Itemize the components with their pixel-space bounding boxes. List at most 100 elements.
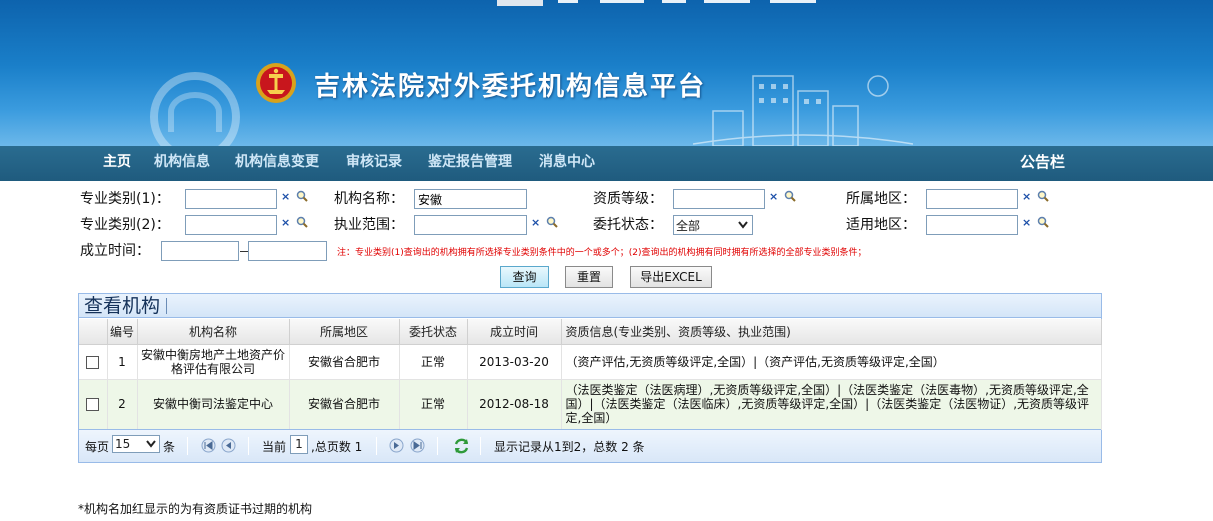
org-table: 编号 机构名称 所属地区 委托状态 成立时间 资质信息(专业类别、资质等级、执业… <box>79 319 1102 430</box>
specialty1-label: 专业类别(1)： <box>80 191 170 207</box>
row-checkbox-cell <box>79 379 108 430</box>
established-to-input[interactable] <box>248 241 327 261</box>
specialty1-clear-icon[interactable]: × <box>281 190 290 203</box>
date-range-dash <box>240 251 248 252</box>
specialty1-search-icon[interactable] <box>296 190 308 202</box>
chevron-down-icon <box>738 221 748 229</box>
established-label: 成立时间： <box>80 243 150 259</box>
city-skyline-decoration <box>693 75 913 146</box>
table-header-row: 编号 机构名称 所属地区 委托状态 成立时间 资质信息(专业类别、资质等级、执业… <box>79 319 1102 345</box>
region-label: 所属地区： <box>846 191 916 207</box>
specialty2-input[interactable] <box>185 215 277 235</box>
qualification-search-icon[interactable] <box>784 190 796 202</box>
column-header-status[interactable]: 委托状态 <box>399 319 468 345</box>
specialty2-label: 专业类别(2)： <box>80 217 170 233</box>
pager-separator <box>376 437 377 455</box>
export-excel-button[interactable]: 导出EXCEL <box>630 266 712 288</box>
column-header-qualification[interactable]: 资质信息(专业类别、资质等级、执业范围) <box>561 319 1102 345</box>
cell-region: 安徽省合肥市 <box>289 379 400 430</box>
column-header-region[interactable]: 所属地区 <box>289 319 400 345</box>
prev-page-icon[interactable] <box>221 438 236 453</box>
current-page-input[interactable]: 1 <box>290 435 308 454</box>
panel-title-text: 查看机构 <box>84 295 161 317</box>
pager-separator <box>248 437 249 455</box>
current-page-label: 当前 <box>262 440 287 454</box>
pager-separator <box>187 437 188 455</box>
e-logo-decoration-inner <box>168 92 222 132</box>
query-button[interactable]: 查询 <box>500 266 549 288</box>
refresh-icon[interactable] <box>453 438 470 454</box>
qualification-label: 资质等级： <box>593 191 663 207</box>
specialty2-search-icon[interactable] <box>296 216 308 228</box>
applicable-region-label: 适用地区： <box>846 217 916 233</box>
panel-title: 查看机构 <box>79 294 1101 318</box>
cell-qualification: （资产评估,无资质等级评定,全国）|（资产评估,无资质等级评定,全国） <box>561 344 1102 380</box>
header-checkbox-cell <box>79 319 108 345</box>
nav-item-report-management[interactable]: 鉴定报告管理 <box>428 146 512 181</box>
nav-item-message-center[interactable]: 消息中心 <box>539 146 595 181</box>
chevron-down-icon <box>146 440 156 448</box>
cell-status: 正常 <box>399 344 468 380</box>
entrust-status-value: 全部 <box>676 219 701 233</box>
qualification-input[interactable] <box>673 189 765 209</box>
region-search-icon[interactable] <box>1037 190 1049 202</box>
per-page-label: 每页 <box>85 440 110 454</box>
applicable-region-search-icon[interactable] <box>1037 216 1049 228</box>
nav-item-org-info-change[interactable]: 机构信息变更 <box>235 146 319 181</box>
qualification-clear-icon[interactable]: × <box>769 190 778 203</box>
next-page-icon[interactable] <box>389 438 404 453</box>
row-checkbox[interactable] <box>86 355 100 369</box>
per-page-unit: 条 <box>163 440 176 454</box>
top-strip <box>0 0 1213 6</box>
cell-region: 安徽省合肥市 <box>289 344 400 380</box>
footer-note: *机构名加红显示的为有资质证书过期的机构 <box>78 502 313 516</box>
per-page-value: 15 <box>115 437 131 451</box>
cell-no: 2 <box>107 379 138 430</box>
cell-name[interactable]: 安徽中衡房地产土地资产价格评估有限公司 <box>137 344 290 380</box>
entrust-status-select[interactable]: 全部 <box>673 215 753 235</box>
column-header-established[interactable]: 成立时间 <box>467 319 562 345</box>
specialty1-input[interactable] <box>185 189 277 209</box>
applicable-region-input[interactable] <box>926 215 1018 235</box>
cell-status: 正常 <box>399 379 468 430</box>
practice-scope-label: 执业范围： <box>334 217 404 233</box>
specialty2-clear-icon[interactable]: × <box>281 216 290 229</box>
pager-separator <box>437 437 438 455</box>
org-name-input[interactable] <box>414 189 527 209</box>
search-note: 注：专业类别(1)查询出的机构拥有所选择专业类别条件中的一个或多个；(2)查询出… <box>337 248 867 258</box>
region-clear-icon[interactable]: × <box>1022 190 1031 203</box>
column-header-no[interactable]: 编号 <box>107 319 138 345</box>
cell-established: 2013-03-20 <box>467 344 562 380</box>
reset-button[interactable]: 重置 <box>565 266 613 288</box>
column-header-name[interactable]: 机构名称 <box>137 319 290 345</box>
cell-no: 1 <box>107 344 138 380</box>
org-grid-panel: 查看机构 编号 机构名称 所属地区 委托状态 成立时间 资质信息(专业类别、资质… <box>78 293 1102 463</box>
org-name-label: 机构名称： <box>334 191 404 207</box>
pager-separator <box>480 437 481 455</box>
first-page-icon[interactable] <box>201 438 216 453</box>
nav-notice-board[interactable]: 公告栏 <box>1020 146 1065 181</box>
practice-scope-input[interactable] <box>414 215 527 235</box>
row-checkbox[interactable] <box>86 398 100 411</box>
last-page-icon[interactable] <box>410 438 425 453</box>
court-emblem-icon <box>256 63 296 103</box>
site-title: 吉林法院对外委托机构信息平台 <box>314 72 707 102</box>
title-separator <box>166 298 168 314</box>
established-from-input[interactable] <box>161 241 239 261</box>
grid-pager: 每页 15 条 当前 1 ,总页数 1 显示记录从1到2，总数 2 条 <box>79 429 1101 462</box>
nav-item-audit-records[interactable]: 审核记录 <box>346 146 402 181</box>
row-checkbox-cell <box>79 344 108 380</box>
nav-item-org-info[interactable]: 机构信息 <box>154 146 210 181</box>
per-page-select[interactable]: 15 <box>112 435 160 453</box>
table-row[interactable]: 1 安徽中衡房地产土地资产价格评估有限公司 安徽省合肥市 正常 2013-03-… <box>79 344 1102 380</box>
entrust-status-label: 委托状态： <box>593 217 663 233</box>
total-pages-text: ,总页数 1 <box>311 440 363 454</box>
region-input[interactable] <box>926 189 1018 209</box>
practice-scope-search-icon[interactable] <box>546 216 558 228</box>
applicable-region-clear-icon[interactable]: × <box>1022 216 1031 229</box>
table-row[interactable]: 2 安徽中衡司法鉴定中心 安徽省合肥市 正常 2012-08-18 （法医类鉴定… <box>79 379 1102 430</box>
cell-name[interactable]: 安徽中衡司法鉴定中心 <box>137 379 290 430</box>
practice-scope-clear-icon[interactable]: × <box>531 216 540 229</box>
site-header: 吉林法院对外委托机构信息平台 <box>0 0 1213 146</box>
nav-item-home[interactable]: 主页 <box>103 146 131 181</box>
